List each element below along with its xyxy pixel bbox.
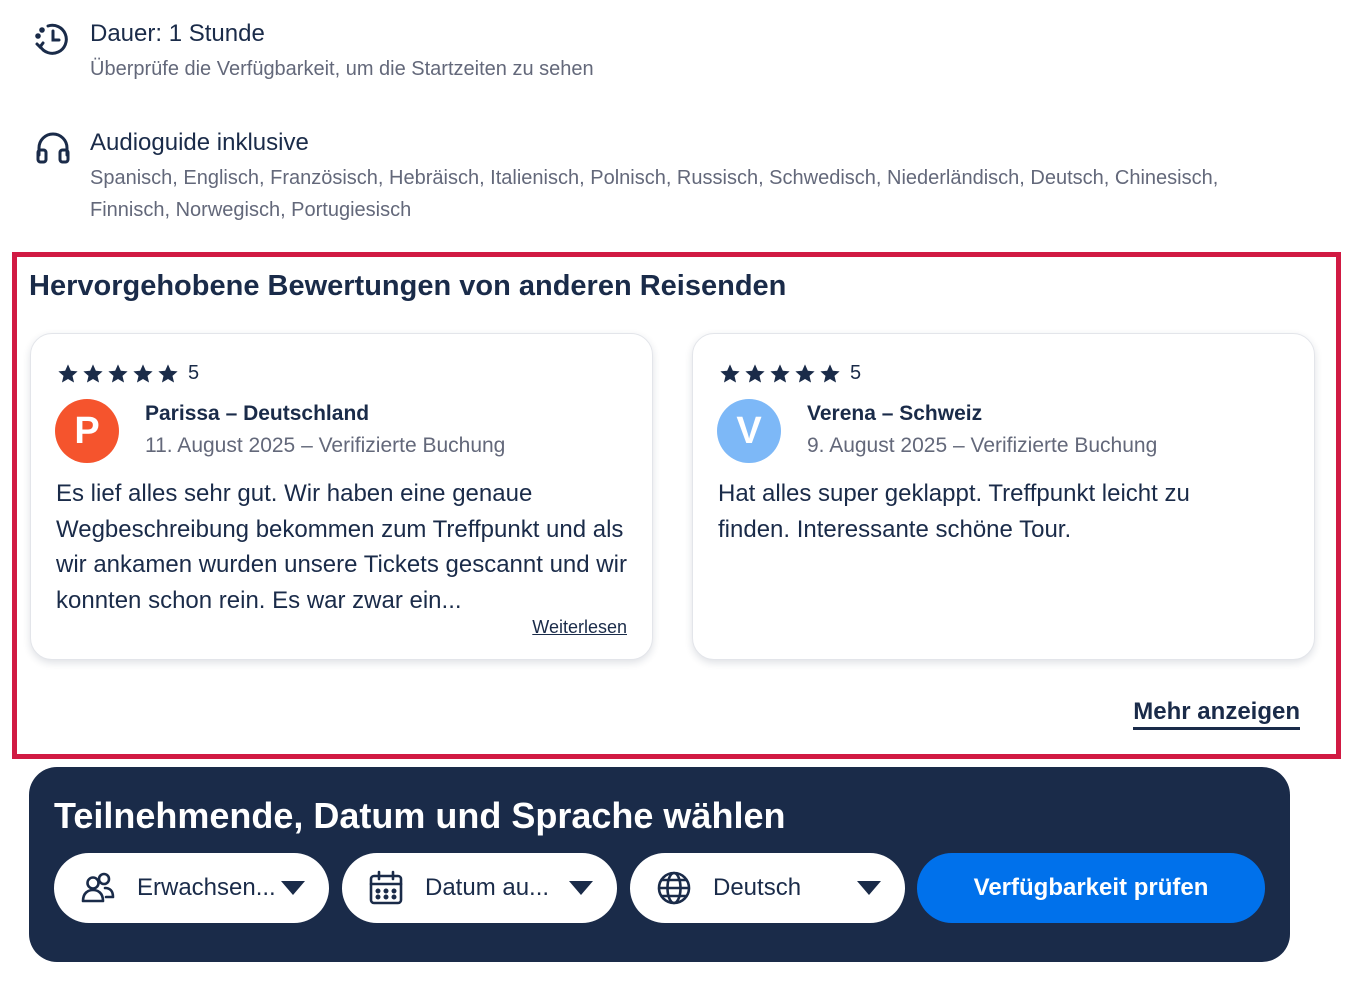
avatar: P xyxy=(55,399,119,463)
star-icon xyxy=(745,363,765,383)
date-label: Datum au... xyxy=(425,874,550,901)
chevron-down-icon xyxy=(857,881,881,895)
review-meta: 9. August 2025 – Verifizierte Buchung xyxy=(807,434,1158,457)
date-dropdown[interactable]: Datum au... xyxy=(342,853,617,923)
clock-history-icon xyxy=(35,23,68,55)
star-icon xyxy=(770,363,790,383)
avatar: V xyxy=(717,399,781,463)
check-availability-button[interactable]: Verfügbarkeit prüfen xyxy=(917,853,1265,923)
feature-duration-description: Überprüfe die Verfügbarkeit, um die Star… xyxy=(90,57,594,80)
feature-audioguide-title: Audioguide inklusive xyxy=(90,129,309,156)
star-rating: 5 xyxy=(719,362,861,385)
participants-dropdown[interactable]: Erwachsen... xyxy=(54,853,329,923)
feature-audioguide-languages: Spanisch, Englisch, Französisch, Hebräis… xyxy=(90,166,1219,221)
language-dropdown[interactable]: Deutsch xyxy=(630,853,905,923)
globe-icon xyxy=(657,871,691,905)
rating-value: 5 xyxy=(188,362,200,384)
review-author: Parissa – Deutschland xyxy=(145,402,370,425)
star-icon xyxy=(158,363,178,383)
star-icon xyxy=(820,363,840,383)
star-icon xyxy=(795,363,815,383)
feature-duration-title: Dauer: 1 Stunde xyxy=(90,20,265,47)
people-icon xyxy=(81,872,115,903)
show-more-reviews-link[interactable]: Mehr anzeigen xyxy=(1133,698,1300,730)
reviews-section-title: Hervorgehobene Bewertungen von anderen R… xyxy=(29,270,787,302)
review-text: Es lief alles sehr gut. Wir haben eine g… xyxy=(56,480,627,614)
booking-panel: Teilnehmende, Datum und Sprache wählen E… xyxy=(29,767,1290,962)
rating-value: 5 xyxy=(850,362,862,384)
review-text: Hat alles super geklappt. Treffpunkt lei… xyxy=(718,480,1190,543)
read-more-link[interactable]: Weiterlesen xyxy=(532,617,627,638)
star-icon xyxy=(108,363,128,383)
star-rating: 5 xyxy=(57,362,199,385)
headphones-icon xyxy=(36,132,70,164)
star-icon xyxy=(133,363,153,383)
chevron-down-icon xyxy=(281,881,305,895)
feature-audioguide: Audioguide inklusive Spanisch, Englisch,… xyxy=(34,129,1290,226)
review-meta: 11. August 2025 – Verifizierte Buchung xyxy=(145,434,506,457)
calendar-icon xyxy=(369,870,403,905)
star-icon xyxy=(58,363,78,383)
participants-label: Erwachsen... xyxy=(137,874,276,901)
star-icon xyxy=(720,363,740,383)
feature-duration: Dauer: 1 Stunde Überprüfe die Verfügbark… xyxy=(34,20,1290,85)
review-card: 5 V Verena – Schweiz 9. August 2025 – Ve… xyxy=(692,333,1315,660)
star-icon xyxy=(83,363,103,383)
review-author: Verena – Schweiz xyxy=(807,402,983,425)
review-card: 5 P Parissa – Deutschland 11. August 202… xyxy=(30,333,653,660)
booking-title: Teilnehmende, Datum und Sprache wählen xyxy=(54,795,786,836)
chevron-down-icon xyxy=(569,881,593,895)
language-label: Deutsch xyxy=(713,874,802,901)
